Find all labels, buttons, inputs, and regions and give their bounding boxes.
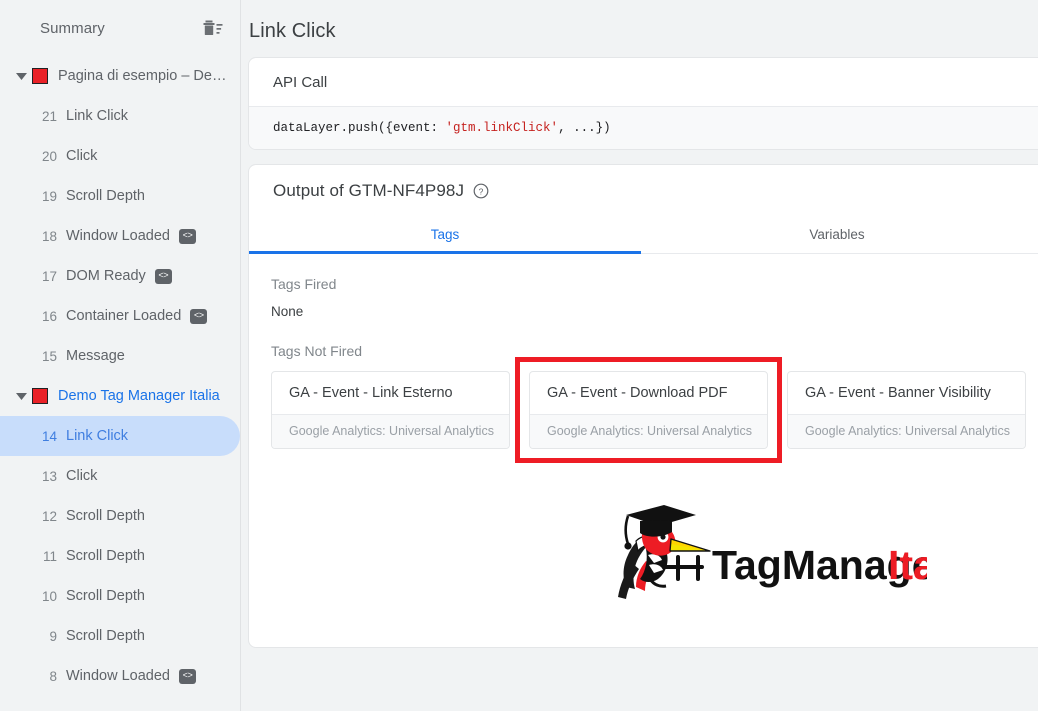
event-number: 10 [41,588,57,604]
svg-text:?: ? [479,186,484,196]
sidebar-group-list: Pagina di esempio – De… 21 Link Click 20 Cli… [0,56,240,696]
event-number: 11 [42,548,57,564]
sidebar-group-label: Demo Tag Manager Italia [58,388,220,404]
output-header: Output of GTM-NF4P98J ? [249,165,1038,211]
event-name: Click [66,148,98,164]
sidebar-event-16[interactable]: 16 Container Loaded <> [0,296,240,336]
sidebar-header: Summary [0,0,240,56]
tags-fired-label: Tags Fired [271,276,337,292]
sidebar-event-18[interactable]: 18 Window Loaded <> [0,216,240,256]
event-name: Scroll Depth [66,588,145,604]
tag-name: GA - Event - Link Esterno [289,385,453,401]
sidebar-event-21[interactable]: 21 Link Click [0,96,240,136]
tag-card[interactable]: GA - Event - Banner Visibility Google Ana… [787,371,1026,449]
tag-name: GA - Event - Download PDF [547,385,728,401]
sidebar-event-15[interactable]: 15 Message [0,336,240,376]
container-color-swatch [32,388,48,404]
help-circle-icon[interactable]: ? [473,183,489,199]
output-tabs: Tags Variables [249,217,1038,254]
sidebar-event-8[interactable]: 8 Window Loaded <> [0,656,240,696]
tags-not-fired-label: Tags Not Fired [271,343,363,359]
code-badge-icon: <> [190,308,208,324]
tag-name: GA - Event - Banner Visibility [805,385,991,401]
tags-not-fired-grid: GA - Event - Link Esterno Google Analytic… [271,357,1038,463]
sidebar-event-14[interactable]: 14 Link Click [0,416,240,456]
container-color-swatch [32,68,48,84]
code-badge-icon: <> [179,668,196,684]
sidebar-event-10[interactable]: 10 Scroll Depth [0,576,240,616]
output-card: Output of GTM-NF4P98J ? Tags Variables Ta… [248,164,1038,648]
event-number: 12 [41,508,57,524]
tags-fired-value: None [271,304,304,319]
code-string-literal: 'gtm.linkClick' [445,121,559,135]
event-name: Scroll Depth [66,188,145,204]
event-name: Scroll Depth [66,628,145,644]
event-name: Container Loaded [66,308,182,324]
event-name: Link Click [66,108,129,124]
code-badge-icon: <> [179,228,196,244]
event-number: 14 [41,428,57,444]
page-title: Link Click [249,20,336,42]
event-sidebar: Summary Pagina di esempio – De… 21 Link Cl… [0,0,241,711]
sidebar-event-20[interactable]: 20 Click [0,136,240,176]
tab-variables[interactable]: Variables [641,217,1033,253]
code-prefix: dataLayer.push({event: [273,121,446,135]
event-number: 20 [41,148,57,164]
code-suffix: , ...}) [558,121,611,135]
sidebar-event-9[interactable]: 9 Scroll Depth [0,616,240,656]
event-name: DOM Ready [66,268,146,284]
api-call-card: API Call dataLayer.push({event: 'gtm.lin… [248,57,1038,150]
api-call-heading: API Call [273,74,328,91]
event-number: 18 [41,228,57,244]
tag-card-wrapper: GA - Event - Download PDF Google Analytic… [515,357,782,463]
event-number: 9 [49,628,57,644]
event-number: 17 [41,268,57,284]
event-number: 21 [41,108,57,124]
api-call-code: dataLayer.push({event: 'gtm.linkClick', … [249,106,1038,149]
delete-icon[interactable] [202,18,224,38]
sidebar-group-0[interactable]: Pagina di esempio – De… [0,56,240,96]
logo-text-red: Italia [888,542,927,588]
event-number: 15 [41,348,57,364]
sidebar-event-11[interactable]: 11 Scroll Depth [0,536,240,576]
woodpecker-logo-icon: TagManager Italia [617,505,927,599]
tag-card-wrapper: GA - Event - Banner Visibility Google Ana… [787,371,1026,449]
tag-card[interactable]: GA - Event - Link Esterno Google Analytic… [271,371,510,449]
tag-type: Google Analytics: Universal Analytics [272,414,509,448]
sidebar-event-12[interactable]: 12 Scroll Depth [0,496,240,536]
event-number: 19 [41,188,57,204]
tag-type: Google Analytics: Universal Analytics [530,414,767,448]
sidebar-group-1[interactable]: Demo Tag Manager Italia [0,376,240,416]
tags-section: Tags Fired None Tags Not Fired GA - Even… [249,254,1038,604]
chevron-down-icon[interactable] [10,392,32,400]
event-number: 16 [41,308,57,324]
sidebar-event-13[interactable]: 13 Click [0,456,240,496]
gtm-preview-window: Summary Pagina di esempio – De… 21 Link Cl… [0,0,1038,711]
event-name: Link Click [66,428,129,444]
event-number: 8 [49,668,57,684]
tab-tags[interactable]: Tags [249,217,641,254]
event-number: 13 [41,468,57,484]
sidebar-event-17[interactable]: 17 DOM Ready <> [0,256,240,296]
event-name: Scroll Depth [66,508,145,524]
sidebar-title: Summary [40,19,105,37]
event-name: Scroll Depth [66,548,145,564]
output-heading: Output of GTM-NF4P98J [273,181,465,200]
event-name: Window Loaded [66,228,170,244]
code-badge-icon: <> [154,268,172,284]
tag-type: Google Analytics: Universal Analytics [788,414,1025,448]
event-name: Click [66,468,98,484]
sidebar-group-label: Pagina di esempio – De… [58,68,227,84]
tagmanageritalia-logo: TagManager Italia [271,499,1038,604]
tag-card-wrapper: GA - Event - Link Esterno Google Analytic… [271,371,510,449]
event-name: Window Loaded [66,668,170,684]
chevron-down-icon[interactable] [10,72,32,80]
tag-card[interactable]: GA - Event - Download PDF Google Analytic… [529,371,768,449]
event-name: Message [66,348,125,364]
main-panel: Link Click API Call dataLayer.push({even… [241,0,1038,711]
sidebar-event-19[interactable]: 19 Scroll Depth [0,176,240,216]
